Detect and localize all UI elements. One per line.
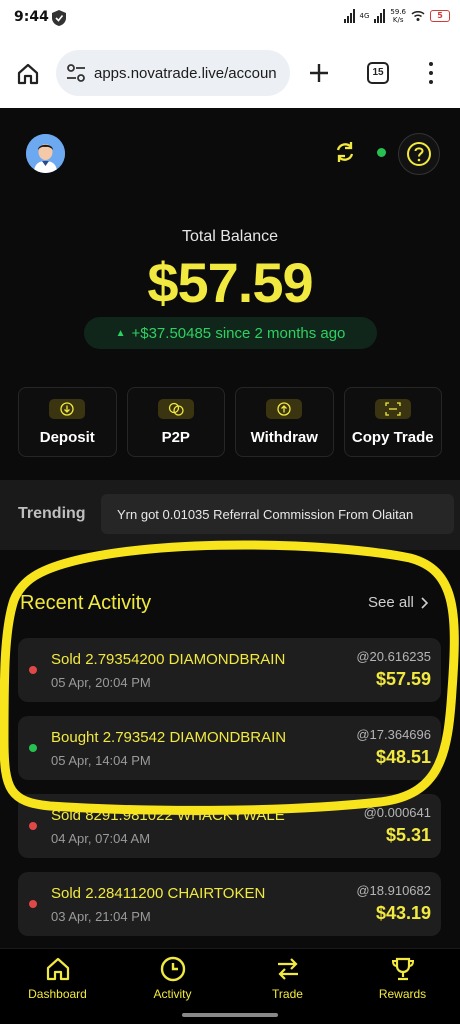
activity-amount: $5.31	[385, 825, 431, 845]
nav-activity-label: Activity	[153, 987, 192, 1001]
activity-item[interactable]: Sold 2.28411200 CHAIRTOKEN 03 Apr, 21:04…	[18, 872, 441, 936]
nav-dashboard-label: Dashboard	[28, 987, 87, 1001]
net-speed: 59.6 K/s	[390, 8, 406, 24]
clock-icon	[160, 956, 185, 982]
activity-amount: $57.59	[375, 669, 431, 689]
activity-title: Sold 2.79354200 DIAMONDBRAIN	[51, 651, 286, 668]
ticker-text: Yrn got 0.01035 Referral Commission From…	[117, 506, 414, 522]
activity-rate: @18.910682	[356, 883, 431, 898]
address-bar[interactable]: apps.novatrade.live/accoun	[56, 50, 290, 96]
sell-status-dot	[29, 822, 37, 830]
quick-actions: Deposit P2P Withdraw Copy Trade	[18, 387, 442, 457]
tab-switcher-button[interactable]: 15	[367, 62, 389, 84]
activity-title: Bought 2.793542 DIAMONDBRAIN	[51, 729, 287, 746]
swap-icon	[277, 958, 298, 980]
deposit-label: Deposit	[39, 428, 95, 446]
trophy-icon	[391, 957, 414, 981]
activity-amount: $43.19	[375, 903, 431, 923]
balance-label: Total Balance	[181, 228, 279, 245]
trending-bar: Trending Yrn got 0.01035 Referral Commis…	[0, 480, 460, 550]
arrow-up-icon	[266, 398, 303, 419]
battery-indicator: 5	[430, 10, 450, 22]
activity-rate: @20.616235	[356, 649, 431, 664]
browser-toolbar: apps.novatrade.live/accoun 15	[0, 38, 460, 108]
balance-value: $57.59	[147, 251, 313, 314]
nav-rewards[interactable]: Rewards	[345, 949, 460, 1006]
balance-change-text: +$37.50485 since 2 months ago	[131, 324, 346, 342]
online-status-indicator	[377, 148, 386, 157]
activity-title: Sold 8291.981022 WHACKYWALE	[51, 807, 285, 824]
activity-amount: $48.51	[375, 747, 431, 767]
deposit-button[interactable]: Deposit	[18, 387, 117, 457]
activity-item[interactable]: Bought 2.793542 DIAMONDBRAIN 05 Apr, 14:…	[18, 716, 441, 780]
recent-activity-title: Recent Activity	[20, 592, 152, 614]
buy-status-dot	[29, 744, 37, 752]
chevron-right-icon	[421, 596, 428, 609]
activity-date: 05 Apr, 20:04 PM	[51, 675, 151, 690]
sync-icon[interactable]	[333, 140, 357, 164]
home-icon	[46, 957, 69, 981]
home-gesture-pill[interactable]	[182, 1013, 278, 1017]
help-button[interactable]	[398, 133, 440, 175]
activity-date: 05 Apr, 14:04 PM	[51, 753, 151, 768]
status-bar: 9:44 4G 59.6 K/s 5	[0, 0, 460, 38]
browser-menu-icon[interactable]	[426, 62, 436, 84]
arrow-down-icon	[49, 398, 86, 419]
trending-ticker: Yrn got 0.01035 Referral Commission From…	[101, 494, 454, 534]
sell-status-dot	[29, 900, 37, 908]
network-type: 4G	[359, 12, 370, 20]
balance-change-badge: ▲ +$37.50485 since 2 months ago	[84, 317, 377, 349]
p2p-button[interactable]: P2P	[126, 387, 225, 457]
activity-rate: @17.364696	[356, 727, 431, 742]
activity-item[interactable]: Sold 2.79354200 DIAMONDBRAIN 05 Apr, 20:…	[18, 638, 441, 702]
bottom-nav: Dashboard Activity Trade Rewards	[0, 948, 460, 1006]
nav-trade-label: Trade	[272, 987, 303, 1001]
user-avatar-icon	[26, 134, 65, 173]
activity-item[interactable]: Sold 8291.981022 WHACKYWALE 04 Apr, 07:0…	[18, 794, 441, 858]
scan-icon	[374, 398, 411, 419]
new-tab-icon[interactable]	[308, 62, 330, 84]
p2p-label: P2P	[161, 428, 190, 446]
withdraw-button[interactable]: Withdraw	[235, 387, 334, 457]
see-all-link[interactable]: See all	[368, 594, 428, 611]
nav-rewards-label: Rewards	[378, 987, 427, 1001]
copy-trade-button[interactable]: Copy Trade	[343, 387, 442, 457]
browser-home-icon[interactable]	[16, 62, 40, 86]
site-settings-icon[interactable]	[66, 64, 86, 82]
activity-rate: @0.000641	[363, 805, 431, 820]
status-time: 9:44	[14, 9, 49, 25]
question-icon	[407, 142, 431, 166]
withdraw-label: Withdraw	[250, 428, 318, 446]
activity-title: Sold 2.28411200 CHAIRTOKEN	[51, 885, 266, 902]
trending-label: Trending	[18, 505, 86, 522]
sell-status-dot	[29, 666, 37, 674]
signal-2-icon	[374, 9, 386, 23]
system-nav-bar	[0, 1006, 460, 1024]
see-all-label: See all	[368, 594, 414, 611]
wifi-icon	[411, 11, 425, 21]
copy-trade-label: Copy Trade	[351, 428, 434, 446]
activity-date: 03 Apr, 21:04 PM	[51, 909, 151, 924]
nav-trade[interactable]: Trade	[230, 949, 345, 1006]
avatar[interactable]	[26, 134, 65, 173]
nav-activity[interactable]: Activity	[115, 949, 230, 1006]
activity-date: 04 Apr, 07:04 AM	[51, 831, 151, 846]
url-text: apps.novatrade.live/accoun	[94, 64, 277, 82]
nav-dashboard[interactable]: Dashboard	[0, 949, 115, 1006]
coins-icon	[157, 398, 194, 419]
status-icons: 4G 59.6 K/s 5	[343, 8, 450, 24]
triangle-up-icon: ▲	[115, 327, 126, 339]
shield-icon	[52, 10, 66, 26]
signal-icon	[343, 9, 355, 23]
app-screen: Total Balance $57.59 ▲ +$37.50485 since …	[0, 108, 460, 948]
